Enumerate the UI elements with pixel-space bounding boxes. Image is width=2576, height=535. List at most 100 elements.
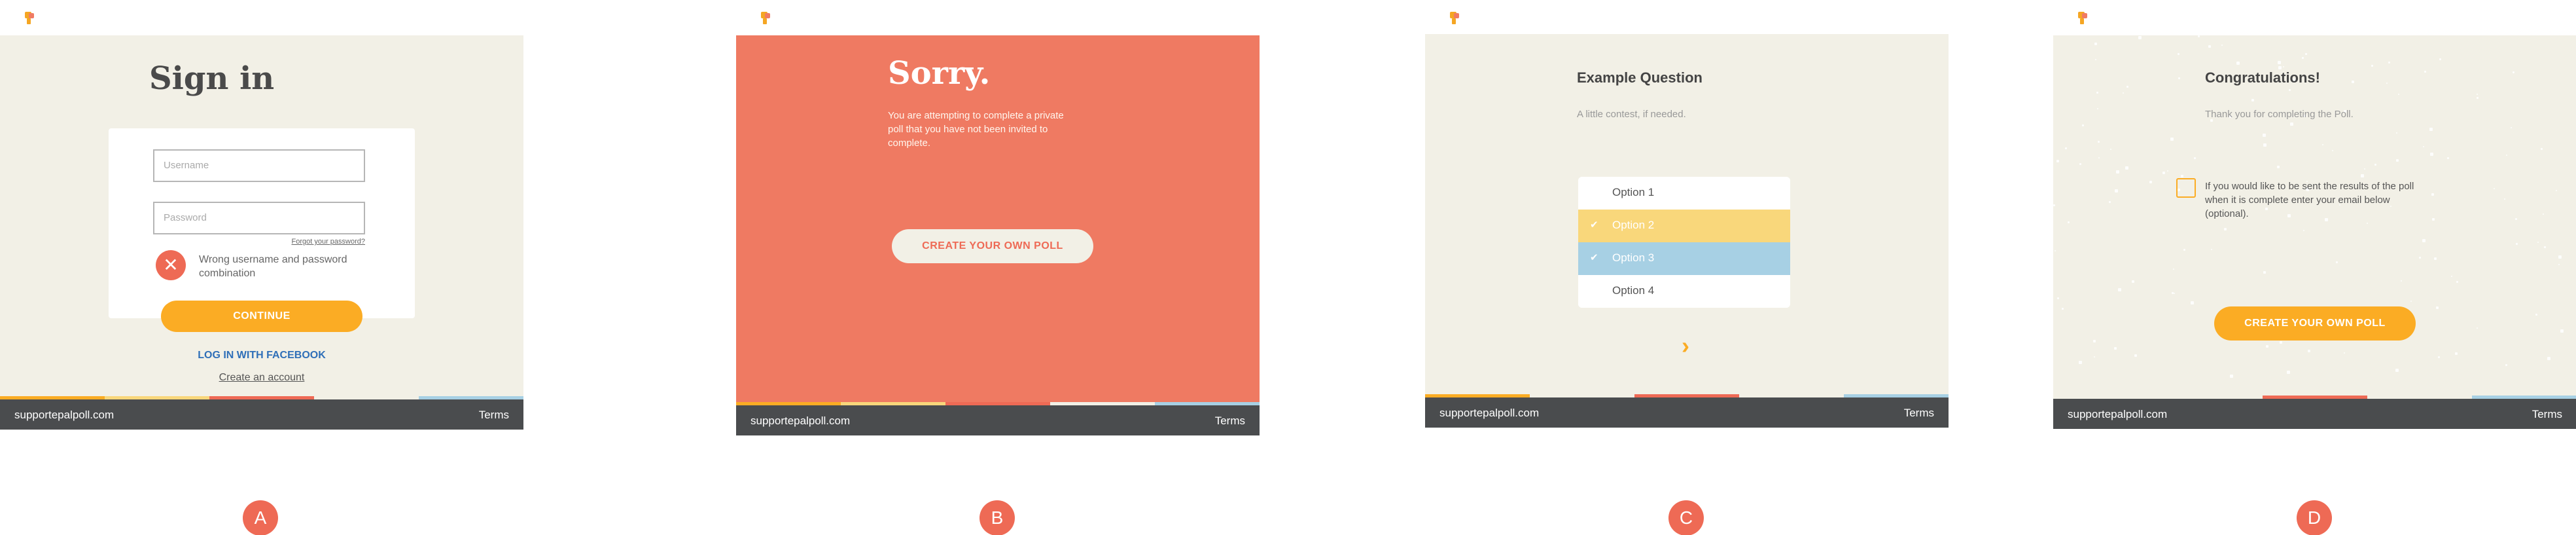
confetti-speck	[2477, 94, 2478, 95]
error-message: Wrong username and password combination	[199, 254, 347, 279]
facebook-login-link[interactable]: LOG IN WITH FACEBOOK	[164, 350, 360, 361]
confetti-speck	[2535, 314, 2537, 316]
option-row[interactable]: Option 1	[1578, 177, 1790, 210]
confetti-speck	[2211, 249, 2212, 250]
confetti-speck	[2181, 175, 2183, 177]
footer-terms-link[interactable]: Terms	[1904, 407, 1934, 420]
confetti-speck	[2455, 352, 2458, 355]
confetti-speck	[2447, 157, 2449, 159]
create-account-link[interactable]: Create an account	[164, 372, 360, 384]
logo-icon	[2078, 12, 2089, 25]
confetti-speck	[2230, 375, 2233, 378]
confetti-speck	[2115, 189, 2118, 193]
confetti-speck	[2371, 65, 2373, 67]
confetti-speck	[2513, 71, 2514, 73]
option-row[interactable]: Option 4	[1578, 275, 1790, 308]
footer-url-link[interactable]: supportepalpoll.com	[14, 409, 114, 422]
screen-marker-c: C	[1668, 500, 1704, 535]
create-poll-button[interactable]: CREATE YOUR OWN POLL	[892, 229, 1093, 263]
continue-button[interactable]: CONTINUE	[161, 301, 362, 332]
confetti-speck	[2236, 62, 2240, 65]
results-checkbox[interactable]	[2176, 178, 2196, 198]
confetti-speck	[2396, 159, 2399, 162]
checkmark-icon: ✔	[1590, 219, 1598, 231]
confetti-speck	[2364, 168, 2365, 170]
password-input[interactable]: Password	[153, 202, 365, 234]
confetti-speck	[2289, 89, 2291, 91]
confetti-speck	[2055, 250, 2056, 251]
footer-url-link[interactable]: supportepalpoll.com	[1439, 407, 1539, 420]
confetti-speck	[2431, 193, 2434, 196]
confetti-speck	[2395, 369, 2399, 372]
confetti-speck	[2511, 127, 2512, 128]
confetti-speck	[2308, 350, 2310, 352]
options-list: Option 1 ✔ Option 2 ✔ Option 3 Option 4	[1578, 177, 1790, 308]
confetti-speck	[2098, 157, 2100, 158]
confetti-speck	[2079, 163, 2081, 165]
confetti-speck	[2283, 66, 2284, 67]
confetti-speck	[2170, 138, 2174, 141]
confetti-speck	[2336, 261, 2338, 263]
confetti-speck	[2110, 149, 2111, 150]
username-input[interactable]: Username	[153, 149, 365, 182]
chevron-right-icon[interactable]: ›	[1674, 333, 1697, 359]
confetti-speck	[2560, 329, 2564, 333]
confetti-speck	[2263, 271, 2266, 274]
sorry-message: You are attempting to complete a private…	[888, 110, 1064, 149]
confetti-speck	[2266, 345, 2268, 348]
confetti-speck	[2438, 356, 2440, 358]
confetti-speck	[2505, 364, 2507, 366]
confetti-speck	[2224, 228, 2227, 231]
confetti-speck	[2432, 218, 2435, 221]
confetti-speck	[2277, 166, 2280, 168]
question-title: Example Question	[1577, 69, 1703, 86]
screen-congratulations: Congratulations! Thank you for completin…	[2053, 0, 2576, 432]
logo-icon	[25, 12, 35, 25]
logo-icon	[1450, 12, 1460, 25]
confetti-speck	[2194, 157, 2196, 159]
top-bar	[1425, 0, 1949, 34]
confetti-speck	[2322, 144, 2323, 145]
forgot-password-link[interactable]: Forgot your password?	[291, 238, 366, 246]
confetti-speck	[2116, 170, 2119, 174]
confetti-speck	[2125, 166, 2128, 170]
option-row[interactable]: ✔ Option 2	[1578, 210, 1790, 242]
logo-icon	[761, 12, 771, 25]
page-title: Sorry.	[888, 55, 991, 92]
confetti-speck	[2098, 141, 2100, 143]
confetti-speck	[2456, 281, 2458, 283]
confetti-speck	[2332, 150, 2333, 151]
confetti-speck	[2386, 83, 2388, 84]
confetti-speck	[2114, 347, 2117, 350]
confetti-speck	[2422, 239, 2426, 242]
confetti-speck	[2515, 218, 2517, 220]
footer-terms-link[interactable]: Terms	[479, 409, 509, 422]
confetti-speck	[2344, 352, 2345, 354]
confetti-speck	[2251, 99, 2254, 101]
question-subtitle: A little contest, if needed.	[1577, 109, 1686, 120]
option-label: Option 1	[1612, 186, 1655, 198]
top-bar	[2053, 0, 2576, 35]
confetti-speck	[2173, 268, 2174, 270]
confetti-speck	[2302, 57, 2304, 59]
confetti-speck	[2138, 36, 2142, 39]
footer-terms-link[interactable]: Terms	[2532, 408, 2562, 421]
confetti-speck	[2374, 164, 2376, 166]
confetti-speck	[2123, 92, 2124, 94]
footer-url-link[interactable]: supportepalpoll.com	[2068, 408, 2167, 421]
footer-url-link[interactable]: supportepalpoll.com	[750, 415, 850, 428]
confetti-speck	[2221, 45, 2223, 46]
sorry-panel: Sorry. You are attempting to complete a …	[736, 35, 1260, 403]
confetti-speck	[2082, 124, 2084, 126]
confetti-speck	[2109, 201, 2111, 203]
option-row[interactable]: ✔ Option 3	[1578, 242, 1790, 275]
confetti-speck	[2361, 174, 2364, 177]
create-poll-button[interactable]: CREATE YOUR OWN POLL	[2214, 306, 2416, 341]
confetti-speck	[2126, 86, 2128, 88]
footer-terms-link[interactable]: Terms	[1215, 415, 1245, 428]
congratulations-title: Congratulations!	[2205, 69, 2320, 86]
confetti-speck	[2162, 172, 2165, 174]
confetti-speck	[2134, 354, 2137, 357]
top-bar	[736, 0, 1260, 35]
confetti-speck	[2093, 340, 2096, 342]
